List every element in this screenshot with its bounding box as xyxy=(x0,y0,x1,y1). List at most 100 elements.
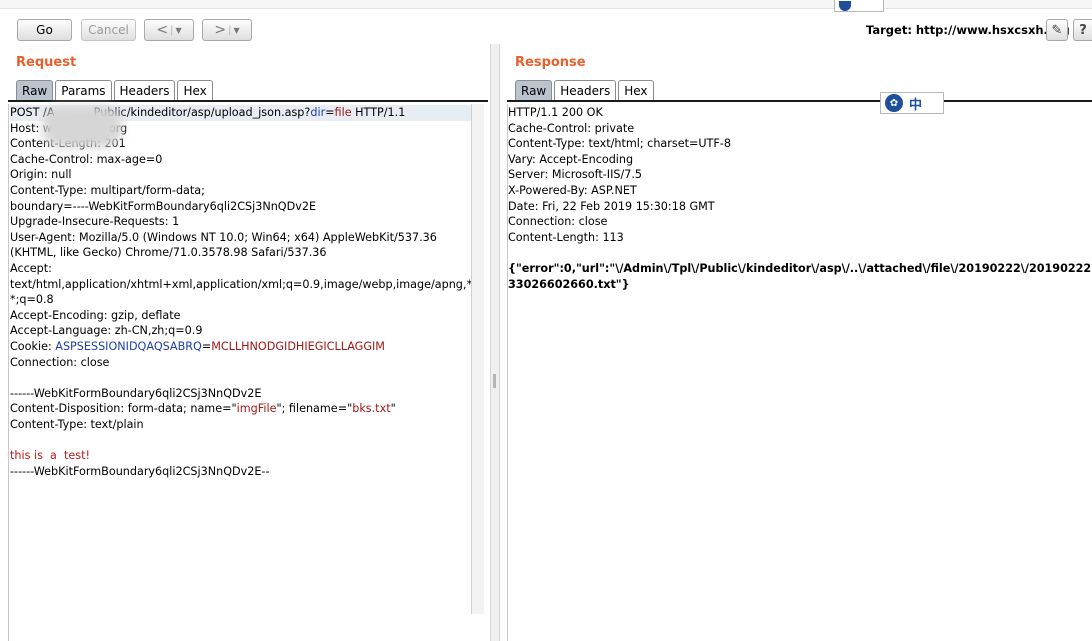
response-tab-hex[interactable]: Hex xyxy=(618,80,654,100)
response-line: Date: Fri, 22 Feb 2019 15:30:18 GMT xyxy=(508,199,1092,215)
request-title: Request xyxy=(16,55,77,70)
cancel-button[interactable]: Cancel xyxy=(81,19,136,41)
edit-target-button[interactable]: ✎ xyxy=(1046,19,1068,41)
help-icon: ? xyxy=(1079,22,1087,38)
request-text-segment: Content-Type: multipart/form-data; xyxy=(10,183,205,197)
ime-indicator[interactable]: ✿ 中 xyxy=(880,92,944,114)
request-text-segment: file xyxy=(334,106,352,119)
ime-toolbar-top[interactable] xyxy=(834,0,884,12)
request-text-segment: ASPSESSIONIDQAQSABRQ xyxy=(55,339,202,353)
request-line: ------WebKitFormBoundary6qli2CSj3NnQDv2E… xyxy=(10,464,471,480)
response-line: Content-Type: text/html; charset=UTF-8 xyxy=(508,136,1092,152)
request-tab-hex[interactable]: Hex xyxy=(177,80,213,100)
response-line: X-Powered-By: ASP.NET xyxy=(508,183,1092,199)
ime-logo-icon: ✿ xyxy=(885,94,903,112)
request-text-segment: Accept: xyxy=(10,261,52,275)
request-line: Accept: xyxy=(10,261,471,277)
response-tab-hex-label: Hex xyxy=(624,83,648,98)
request-line: boundary=----WebKitFormBoundary6qli2CSj3… xyxy=(10,199,471,215)
response-tabs: Raw Headers Hex xyxy=(515,80,656,100)
request-line: User-Agent: Mozilla/5.0 (Windows NT 10.0… xyxy=(10,230,471,246)
back-button[interactable]: < | ▼ xyxy=(144,19,194,41)
response-line: Cache-Control: private xyxy=(508,121,1092,137)
response-line: 33026602660.txt"} xyxy=(508,277,1092,293)
request-text-segment: HTTP/1.1 xyxy=(351,106,406,119)
request-scrollbar[interactable] xyxy=(471,104,484,614)
request-tab-params-label: Params xyxy=(61,83,106,98)
request-line: ------WebKitFormBoundary6qli2CSj3NnQDv2E xyxy=(10,386,471,402)
request-text-segment: Accept-Encoding: gzip, deflate xyxy=(10,308,181,322)
response-line: Connection: close xyxy=(508,214,1092,230)
ime-logo-icon xyxy=(839,0,851,11)
splitter-grip-icon[interactable] xyxy=(493,374,496,388)
response-text-segment: {"error":0,"url":"\/Admin\/Tpl\/Public\/… xyxy=(508,261,1092,275)
request-line: this is a test! xyxy=(10,448,471,464)
forward-button[interactable]: > | ▼ xyxy=(202,19,252,41)
response-line: Content-Length: 113 xyxy=(508,230,1092,246)
request-line: text/html,application/xhtml+xml,applicat… xyxy=(10,277,471,293)
target-label: Target: http://www.hsxcsxh.org xyxy=(866,23,1070,37)
forward-dropdown-icon[interactable]: ▼ xyxy=(233,26,239,35)
response-line: HTTP/1.1 200 OK xyxy=(508,105,1092,121)
response-text-segment: Content-Length: 113 xyxy=(508,230,624,244)
request-text-segment: = xyxy=(201,339,212,353)
request-text-segment: *;q=0.8 xyxy=(10,293,54,307)
top-window-strip xyxy=(0,0,1092,9)
request-text-segment: ------WebKitFormBoundary6qli2CSj3NnQDv2E xyxy=(10,386,262,400)
request-text-segment: "; filename=" xyxy=(276,402,353,416)
request-tab-headers[interactable]: Headers xyxy=(113,80,176,100)
cancel-button-label: Cancel xyxy=(88,23,129,37)
back-separator: | xyxy=(170,24,174,36)
response-tab-raw[interactable]: Raw xyxy=(515,80,553,100)
request-tab-underline xyxy=(8,100,488,102)
request-text-segment: Cookie: xyxy=(10,339,56,353)
go-button-label: Go xyxy=(36,23,53,37)
request-text-segment: text/html,application/xhtml+xml,applicat… xyxy=(10,277,471,291)
back-dropdown-icon[interactable]: ▼ xyxy=(175,26,181,35)
go-button[interactable]: Go xyxy=(17,19,72,41)
redacted-host-blur xyxy=(42,106,122,148)
request-text-segment: User-Agent: Mozilla/5.0 (Windows NT 10.0… xyxy=(10,230,437,244)
request-line: Accept-Encoding: gzip, deflate xyxy=(10,308,471,324)
request-text-segment: bks.txt xyxy=(352,402,391,416)
request-line: Content-Type: multipart/form-data; xyxy=(10,183,471,199)
response-text-segment: Content-Type: text/html; charset=UTF-8 xyxy=(508,137,731,151)
pane-splitter[interactable] xyxy=(490,44,500,641)
response-text-segment: Vary: Accept-Encoding xyxy=(508,152,634,166)
request-line: Cache-Control: max-age=0 xyxy=(10,152,471,168)
response-line: Server: Microsoft-IIS/7.5 xyxy=(508,167,1092,183)
response-text-segment: X-Powered-By: ASP.NET xyxy=(508,183,637,197)
request-text-segment: Content-Disposition: form-data; name=" xyxy=(10,402,237,416)
request-text-segment: Upgrade-Insecure-Requests: 1 xyxy=(10,215,180,229)
request-line: Origin: null xyxy=(10,167,471,183)
request-tabs: Raw Params Headers Hex xyxy=(16,80,215,100)
request-tab-raw[interactable]: Raw xyxy=(16,80,54,100)
request-text-segment: MCLLHNODGIDHIEGICLLAGGIM xyxy=(211,339,385,353)
response-editor[interactable]: HTTP/1.1 200 OK Cache-Control: private Con… xyxy=(507,104,1092,641)
request-text-segment: Connection: close xyxy=(10,355,110,369)
request-text-segment: Cache-Control: max-age=0 xyxy=(10,152,163,166)
response-line: Vary: Accept-Encoding xyxy=(508,152,1092,168)
response-text-segment: Cache-Control: private xyxy=(508,121,635,135)
forward-separator: | xyxy=(228,24,232,36)
request-text-segment: ------WebKitFormBoundary6qli2CSj3NnQDv2E… xyxy=(10,464,270,478)
request-tab-headers-label: Headers xyxy=(119,83,170,98)
response-text-segment: HTTP/1.1 200 OK xyxy=(508,106,603,119)
back-arrow-icon: < xyxy=(156,22,169,38)
request-text-segment: Content-Type: text/plain xyxy=(10,417,144,431)
response-title: Response xyxy=(515,55,586,70)
request-line xyxy=(10,432,471,448)
request-text-segment: dir xyxy=(310,106,326,119)
help-button[interactable]: ? xyxy=(1073,19,1092,41)
request-tab-params[interactable]: Params xyxy=(55,80,112,100)
request-line xyxy=(10,370,471,386)
ime-language-label: 中 xyxy=(909,97,923,113)
forward-arrow-icon: > xyxy=(214,22,227,38)
request-line: Connection: close xyxy=(10,355,471,371)
response-tab-headers-label: Headers xyxy=(560,83,611,98)
request-line: Upgrade-Insecure-Requests: 1 xyxy=(10,214,471,230)
request-editor[interactable]: POST /A Public/kindeditor/asp/upload_jso… xyxy=(8,104,471,641)
request-tab-hex-label: Hex xyxy=(183,83,207,98)
response-text-segment: Date: Fri, 22 Feb 2019 15:30:18 GMT xyxy=(508,199,715,213)
response-tab-headers[interactable]: Headers xyxy=(554,80,617,100)
